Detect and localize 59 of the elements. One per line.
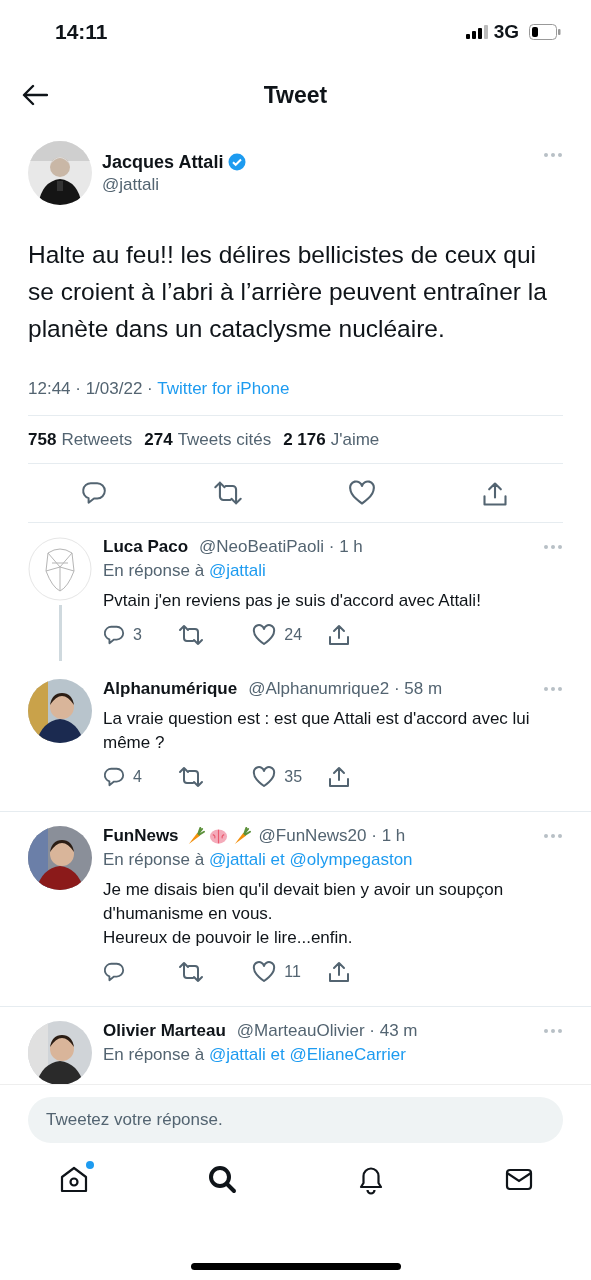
brain-icon — [208, 826, 228, 846]
reply-count: 3 — [133, 626, 142, 644]
share-icon[interactable] — [326, 765, 351, 789]
heart-icon[interactable] — [252, 624, 277, 646]
tweet-text: Halte au feu!! les délires bellicistes de ceux qui se croient à l’abri à l’arrière peuvent entraîner la planète dans un cataclysme nucléaire. — [28, 240, 548, 344]
reply-context: En réponse à — [103, 1045, 205, 1064]
signal-icon — [465, 25, 488, 39]
stat-label[interactable]: J'aime — [330, 430, 380, 449]
battery-icon — [529, 24, 561, 40]
reply-text: Je me disais bien qu'il devait bien y avoir un soupçon d'humanisme en vous. Heureux de pouvoir le lire...enfin. — [103, 879, 505, 949]
reply-context: En réponse à — [103, 850, 205, 869]
stat-count: 758 — [28, 430, 57, 449]
share-icon[interactable] — [326, 623, 351, 647]
reply-handle-time: @NeoBeatiPaoli · 1 h — [199, 537, 364, 557]
face-sketch-drawing — [28, 537, 92, 601]
reply-handle-time: @Alphanumrique2 · 58 m — [248, 679, 444, 699]
reply-icon[interactable] — [103, 961, 125, 983]
mention-link[interactable]: @jattali et @olympegaston — [208, 850, 413, 869]
reply-author-name: Luca Paco — [103, 537, 189, 557]
status-time: 14:11 — [55, 20, 108, 44]
source-link[interactable]: Twitter for iPhone — [157, 379, 290, 398]
retweet-icon[interactable] — [213, 480, 243, 506]
heart-icon[interactable] — [252, 766, 277, 788]
reply-field[interactable]: Tweetez votre réponse. — [28, 1097, 563, 1143]
stat-count: 274 — [144, 430, 173, 449]
like-count: 35 — [284, 768, 303, 786]
reply-count: 4 — [133, 768, 142, 786]
reply-author-name: Alphanumérique — [103, 679, 238, 699]
tweet-timestamp: 12:44 · 1/03/22 · — [28, 379, 153, 398]
reply-handle-time: @MarteauOlivier · 43 m — [236, 1021, 419, 1041]
retweet-icon[interactable] — [177, 624, 204, 646]
author-name: Jacques Attali — [102, 151, 224, 173]
reply-author-name: Olivier Marteau — [103, 1021, 226, 1041]
page-title: Tweet — [263, 81, 328, 109]
share-icon[interactable] — [481, 480, 509, 508]
reply-context: En réponse à — [103, 561, 205, 580]
heart-icon[interactable] — [252, 961, 277, 983]
reply-icon[interactable] — [80, 480, 108, 506]
reply-icon[interactable] — [103, 624, 125, 646]
search-icon[interactable] — [206, 1163, 239, 1195]
mention-link[interactable]: @jattali et @ElianeCarrier — [208, 1045, 406, 1064]
stat-label[interactable]: Tweets cités — [177, 430, 272, 449]
like-count: 11 — [284, 963, 301, 981]
like-count: 24 — [284, 626, 303, 644]
reply-text: Pvtain j'en reviens pas je suis d'accord avec Attali! — [103, 590, 482, 612]
share-icon[interactable] — [326, 960, 351, 984]
reply-author-name: FunNews — [103, 826, 179, 846]
reply-handle-time: @FunNews20 · 1 h — [258, 826, 407, 846]
author-handle: @jattali — [102, 174, 160, 195]
reply-icon[interactable] — [103, 766, 125, 788]
reply-text: La vraie question est : est que Attali est d'accord avec lui même ? — [103, 708, 531, 754]
heart-icon[interactable] — [348, 480, 376, 506]
back-arrow-icon[interactable] — [22, 84, 48, 106]
stat-count: 2 176 — [283, 430, 326, 449]
retweet-icon[interactable] — [177, 766, 204, 788]
mention-link[interactable]: @jattali — [208, 561, 266, 580]
network-label: 3G — [493, 21, 519, 43]
retweet-icon[interactable] — [177, 961, 204, 983]
stat-label[interactable]: Retweets — [61, 430, 133, 449]
